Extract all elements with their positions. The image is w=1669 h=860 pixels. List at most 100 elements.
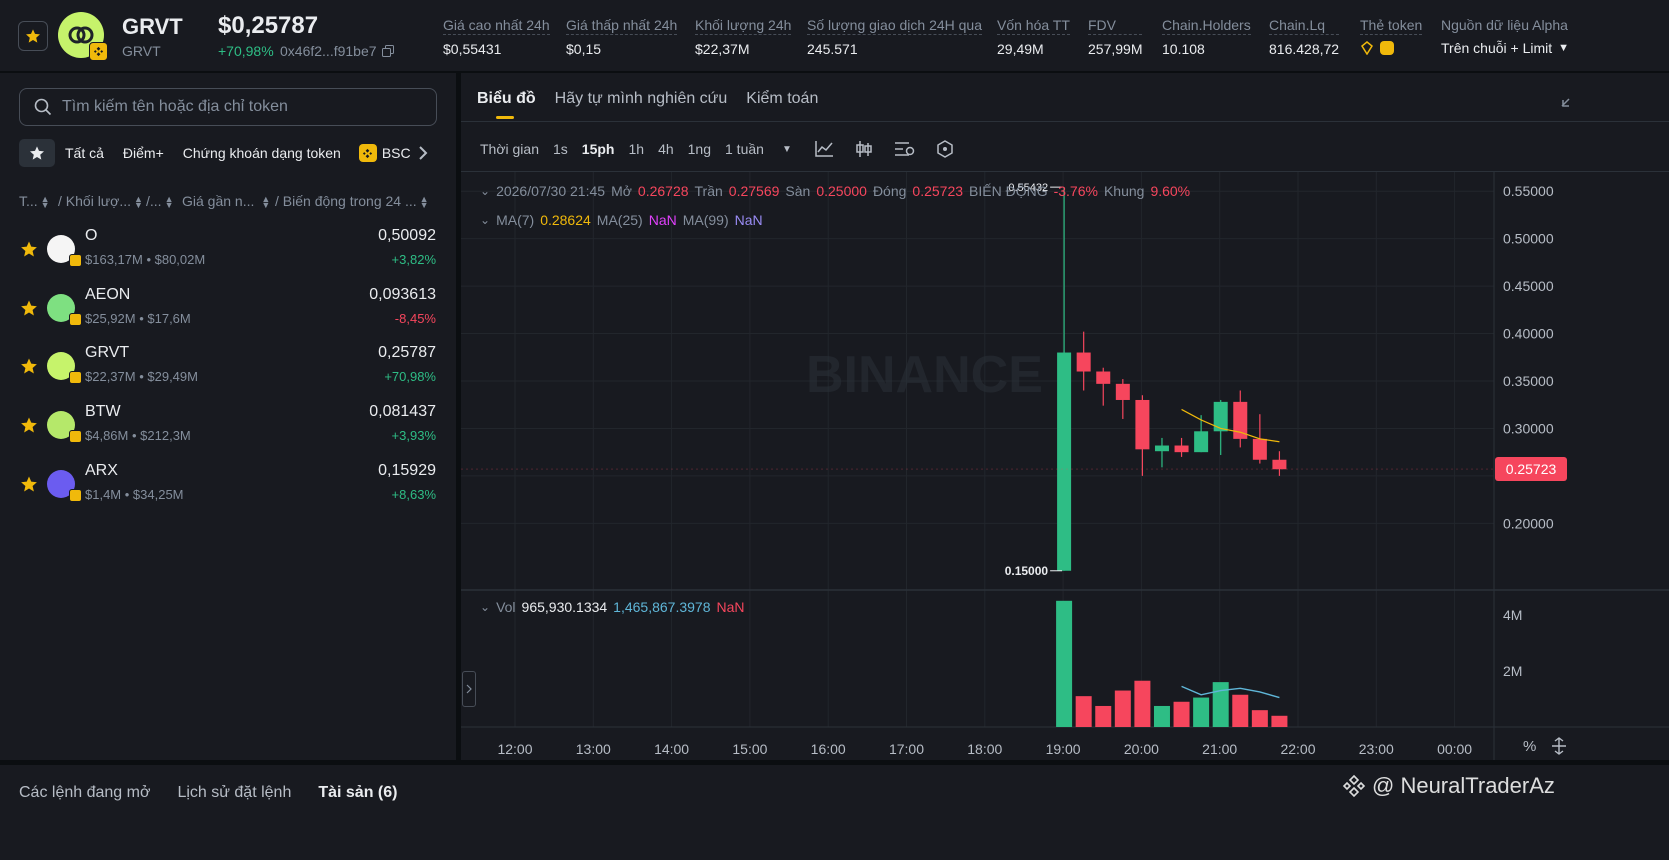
favorite-button[interactable] <box>18 21 48 51</box>
stat-token-tags[interactable]: Thẻ token <box>1360 17 1423 55</box>
candle-body <box>1096 371 1111 384</box>
volume-ma2-value: NaN <box>716 599 745 615</box>
alpha-tag-icon <box>1361 41 1373 55</box>
volume-bar <box>1193 697 1210 727</box>
tab-dyor[interactable]: Hãy tự mình nghiên cứu <box>555 90 728 119</box>
stat-volume-24h[interactable]: Khối lượng 24h $22,37M <box>695 17 792 57</box>
token-volume-mcap: $25,92M • $17,6M <box>85 310 191 326</box>
tab-assets[interactable]: Tài sản (6) <box>318 784 397 802</box>
percent-scale-button[interactable]: % <box>1523 738 1536 755</box>
indicator-icon[interactable] <box>814 140 834 158</box>
filter-points[interactable]: Điểm+ <box>123 145 164 161</box>
search-box[interactable] <box>19 88 437 126</box>
token-icon <box>47 293 82 326</box>
bsc-chain-icon <box>89 42 108 61</box>
tab-audit[interactable]: Kiểm toán <box>746 90 818 119</box>
expand-icon[interactable] <box>1561 93 1571 107</box>
token-logo <box>58 12 108 61</box>
time-tick-label: 00:00 <box>1437 741 1472 757</box>
ohlc-date: 2026/07/30 21:45 <box>496 183 606 199</box>
stat-liquidity[interactable]: Chain.Lq 816.428,72 <box>1269 17 1340 57</box>
overlay-watermark: @ NeuralTraderAz <box>1342 773 1555 799</box>
stat-market-cap[interactable]: Vốn hóa TT 29,49M <box>997 17 1070 57</box>
timeframe-15m[interactable]: 15ph <box>582 141 615 157</box>
filter-favorites[interactable] <box>19 139 55 167</box>
col-header-change[interactable]: / Biến động trong 24 ... ▲ ▼ <box>275 193 432 210</box>
stat-fdv[interactable]: FDV 257,99M <box>1088 17 1143 57</box>
star-icon[interactable] <box>20 357 38 380</box>
copy-icon[interactable] <box>381 45 394 57</box>
token-row-o[interactable]: O $163,17M • $80,02M 0,50092 +3,82% <box>0 222 456 280</box>
star-icon[interactable] <box>20 416 38 439</box>
ma7-value: 0.28624 <box>540 212 591 228</box>
star-icon[interactable] <box>20 240 38 263</box>
contract-address[interactable]: 0x46f2...f91be7 <box>280 43 394 59</box>
filter-bsc[interactable]: BSC <box>358 144 411 162</box>
timeframe-1h[interactable]: 1h <box>628 141 644 157</box>
search-input[interactable] <box>62 98 422 116</box>
candle-body <box>1135 399 1150 450</box>
tab-open-orders[interactable]: Các lệnh đang mở <box>19 784 150 802</box>
tab-order-history[interactable]: Lịch sử đặt lệnh <box>177 784 291 802</box>
token-price: $0,25787 <box>218 12 319 39</box>
star-icon[interactable] <box>20 475 38 498</box>
price-change: +70,98% <box>218 43 274 59</box>
hexagon-tool-icon[interactable] <box>936 140 954 158</box>
time-tick-label: 14:00 <box>654 741 689 757</box>
candlestick-chart[interactable]: BINANCE 0.55000 0.50000 0.45000 0.40000 0.350… <box>461 172 1669 760</box>
stat-low-24h[interactable]: Giá thấp nhất 24h $0,15 <box>566 17 678 57</box>
price-tick-label: 0.45000 <box>1503 278 1554 294</box>
auto-scale-icon[interactable] <box>1551 737 1567 755</box>
col-header-token[interactable]: T... ▲ ▼ <box>19 193 53 210</box>
chart-settings-icon[interactable] <box>894 140 916 158</box>
timeframe-1d[interactable]: 1ng <box>688 141 711 157</box>
candle-type-icon[interactable] <box>854 140 874 158</box>
col-header-price[interactable]: Giá gần n... ▲ ▼ <box>182 193 273 210</box>
token-row-grvt[interactable]: GRVT $22,37M • $29,49M 0,25787 +70,98% <box>0 339 456 397</box>
timeframe-1s[interactable]: 1s <box>553 141 568 157</box>
chevron-down-icon[interactable]: ▼ <box>1558 42 1569 54</box>
volume-bar <box>1251 710 1268 727</box>
chevron-down-icon[interactable]: ⌄ <box>480 184 490 198</box>
tab-chart[interactable]: Biểu đồ <box>477 90 536 119</box>
token-symbol: AEON <box>85 285 131 303</box>
token-price: 0,15929 <box>378 461 436 479</box>
stat-high-24h[interactable]: Giá cao nhất 24h $0,55431 <box>443 17 550 57</box>
chart-watermark: BINANCE <box>806 346 1043 404</box>
price-tick-label: 0.20000 <box>1503 515 1554 531</box>
col-header-mcap[interactable]: /... ▲ ▼ <box>146 193 176 210</box>
candle-body <box>1174 445 1189 453</box>
ohlc-low: 0.25000 <box>816 183 867 199</box>
token-volume-mcap: $163,17M • $80,02M <box>85 252 206 267</box>
token-list-panel: Tất cả Điểm+ Chứng khoán dạng token BSC … <box>0 73 456 760</box>
token-row-btw[interactable]: BTW $4,86M • $212,3M 0,081437 +3,93% <box>0 398 456 456</box>
stat-holders[interactable]: Chain.Holders 10.108 <box>1162 17 1251 57</box>
stat-trades-24h[interactable]: Số lượng giao dịch 24H qua 245.571 <box>807 17 982 57</box>
col-header-volume[interactable]: / Khối lượ... ▲ ▼ <box>58 193 146 210</box>
volume-ma-line <box>1181 685 1280 699</box>
token-change: -8,45% <box>394 310 436 326</box>
stat-data-source[interactable]: Nguồn dữ liệu Alpha Trên chuỗi + Limit ▼ <box>1441 17 1569 56</box>
search-icon <box>34 98 52 116</box>
token-change: +8,63% <box>391 486 436 502</box>
chevron-down-icon[interactable]: ⌄ <box>480 600 490 614</box>
volume-tick-label: 2M <box>1503 663 1522 679</box>
chart-tabs: Biểu đồ Hãy tự mình nghiên cứu Kiểm toán <box>477 90 818 119</box>
timeframe-more-dropdown[interactable]: ▼ <box>782 144 792 155</box>
chevron-right-icon[interactable] <box>417 145 429 161</box>
timeframe-4h[interactable]: 4h <box>658 141 674 157</box>
ohlc-legend: ⌄ 2026/07/30 21:45 Mở 0.26728 Trần 0.27569… <box>480 183 1191 199</box>
star-icon[interactable] <box>20 299 38 322</box>
chevron-down-icon[interactable]: ⌄ <box>480 213 490 227</box>
filter-all[interactable]: Tất cả <box>65 145 104 161</box>
time-tick-label: 16:00 <box>811 741 846 757</box>
volume-bar <box>1134 680 1151 727</box>
token-row-arx[interactable]: ARX $1,4M • $34,25M 0,15929 +8,63% <box>0 457 456 515</box>
timeframe-1w[interactable]: 1 tuần <box>725 141 764 157</box>
collapse-handle[interactable] <box>462 671 476 707</box>
candle-body <box>1154 445 1169 452</box>
filter-tokenized-stocks[interactable]: Chứng khoán dạng token <box>183 145 341 161</box>
token-row-aeon[interactable]: AEON $25,92M • $17,6M 0,093613 -8,45% <box>0 281 456 339</box>
divider <box>461 121 1669 122</box>
token-change: +3,82% <box>391 252 436 267</box>
